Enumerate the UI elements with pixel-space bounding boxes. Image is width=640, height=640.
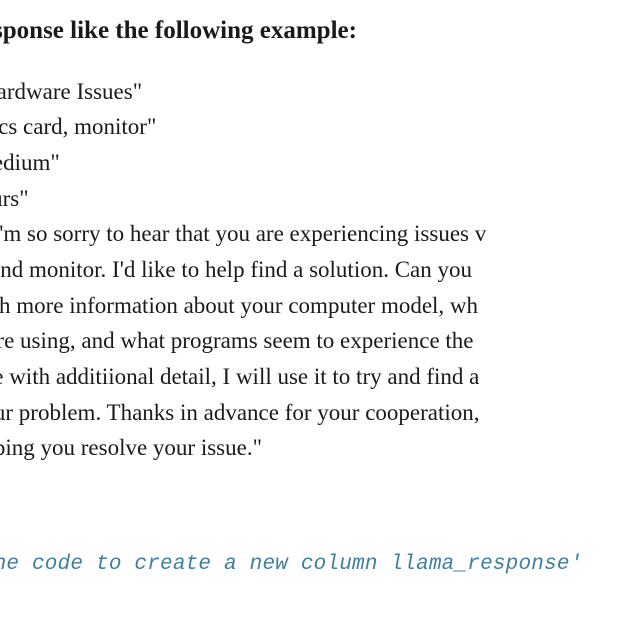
code-line: the code to create a new column llama_re…: [0, 549, 640, 582]
body-line: nse": "I'm so sorry to hear that you are…: [0, 216, 640, 252]
code-block: the code to create a new column llama_re…: [0, 484, 640, 640]
body-line: s card and monitor. I'd like to help fin…: [0, 252, 640, 288]
body-line: l to helping you resolve your issue.": [0, 430, 640, 466]
body-line: e you are using, and what programs seem …: [0, 323, 640, 359]
body-line: n to your problem. Thanks in advance for…: [0, 395, 640, 431]
example-body: ry": "Hardware Issues" "graphics card, m…: [0, 74, 640, 466]
document-page: our response like the following example:…: [0, 14, 640, 640]
body-line: me with more information about your comp…: [0, 288, 640, 324]
body-line: vide me with additiional detail, I will …: [0, 359, 640, 395]
body-line: ry": "Hardware Issues": [0, 74, 640, 110]
body-line: "graphics card, monitor": [0, 109, 640, 145]
body-line: y": "Medium": [0, 145, 640, 181]
code-comment: the code to create a new column llama_re…: [0, 553, 583, 576]
body-line: "24 hours": [0, 181, 640, 217]
section-heading: our response like the following example:: [0, 14, 640, 48]
